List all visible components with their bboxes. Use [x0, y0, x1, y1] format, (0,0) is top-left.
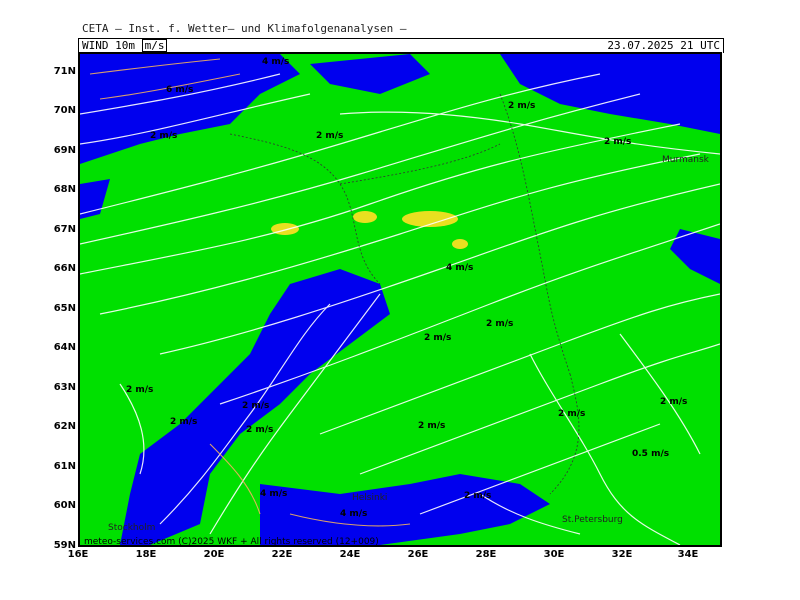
city-murmansk: Murmansk — [662, 155, 710, 165]
lon-label: 18E — [135, 549, 157, 560]
lat-label: 68N — [53, 184, 76, 195]
lon-label: 22E — [271, 549, 293, 560]
lon-label: 34E — [677, 549, 699, 560]
speed-label: 2 m/s — [170, 417, 197, 427]
lat-label: 66N — [53, 263, 76, 274]
speed-label: 2 m/s — [246, 425, 273, 435]
speed-label: 2 m/s — [558, 409, 585, 419]
lat-label: 70N — [53, 105, 76, 116]
lon-label: 26E — [407, 549, 429, 560]
parameter-label: WIND 10m m/s — [82, 39, 168, 52]
speed-label: 2 m/s — [316, 131, 343, 141]
copyright-text: meteo-services.com (C)2025 WKF + All rig… — [84, 537, 379, 545]
speed-label: 2 m/s — [418, 421, 445, 431]
wind-map: 4 m/s 6 m/s 2 m/s 2 m/s 2 m/s 2 m/s 4 m/… — [78, 52, 722, 547]
speed-label: 0.5 m/s — [632, 449, 669, 459]
lat-label: 61N — [53, 461, 76, 472]
lat-label: 63N — [53, 382, 76, 393]
lat-label: 65N — [53, 303, 76, 314]
lat-label: 71N — [53, 66, 76, 77]
lon-label: 30E — [543, 549, 565, 560]
city-helsinki: Helsinki — [352, 493, 387, 503]
speed-label: 2 m/s — [150, 131, 177, 141]
lat-label: 60N — [53, 500, 76, 511]
speed-label: 4 m/s — [262, 57, 289, 67]
city-stockholm: Stockholm — [108, 523, 155, 533]
lat-label: 62N — [53, 421, 76, 432]
speed-label: 2 m/s — [242, 401, 269, 411]
speed-label: 6 m/s — [166, 85, 193, 95]
lon-label: 32E — [611, 549, 633, 560]
lon-label: 20E — [203, 549, 225, 560]
lon-label: 28E — [475, 549, 497, 560]
lat-label: 67N — [53, 224, 76, 235]
speed-label: 4 m/s — [260, 489, 287, 499]
lat-label: 69N — [53, 145, 76, 156]
parameter-name: WIND 10m — [82, 39, 135, 52]
lat-label: 64N — [53, 342, 76, 353]
speed-label: 2 m/s — [126, 385, 153, 395]
speed-label: 2 m/s — [424, 333, 451, 343]
lon-label: 24E — [339, 549, 361, 560]
valid-time: 23.07.2025 21 UTC — [607, 39, 720, 52]
city-st-petersburg: St.Petersburg — [562, 515, 623, 525]
speed-label: 4 m/s — [446, 263, 473, 273]
speed-label: 2 m/s — [486, 319, 513, 329]
speed-label: 4 m/s — [340, 509, 367, 519]
lon-label: 16E — [67, 549, 89, 560]
speed-label: 2 m/s — [604, 137, 631, 147]
speed-label: 2 m/s — [660, 397, 687, 407]
wind-map-canvas: 4 m/s 6 m/s 2 m/s 2 m/s 2 m/s 2 m/s 4 m/… — [80, 54, 720, 545]
speed-label: 2 m/s — [508, 101, 535, 111]
institute-title: CETA — Inst. f. Wetter— und Klimafolgena… — [82, 22, 407, 35]
parameter-bar: WIND 10m m/s 23.07.2025 21 UTC — [78, 38, 724, 53]
unit-label: m/s — [141, 39, 168, 52]
speed-label: 2 m/s — [464, 491, 491, 501]
